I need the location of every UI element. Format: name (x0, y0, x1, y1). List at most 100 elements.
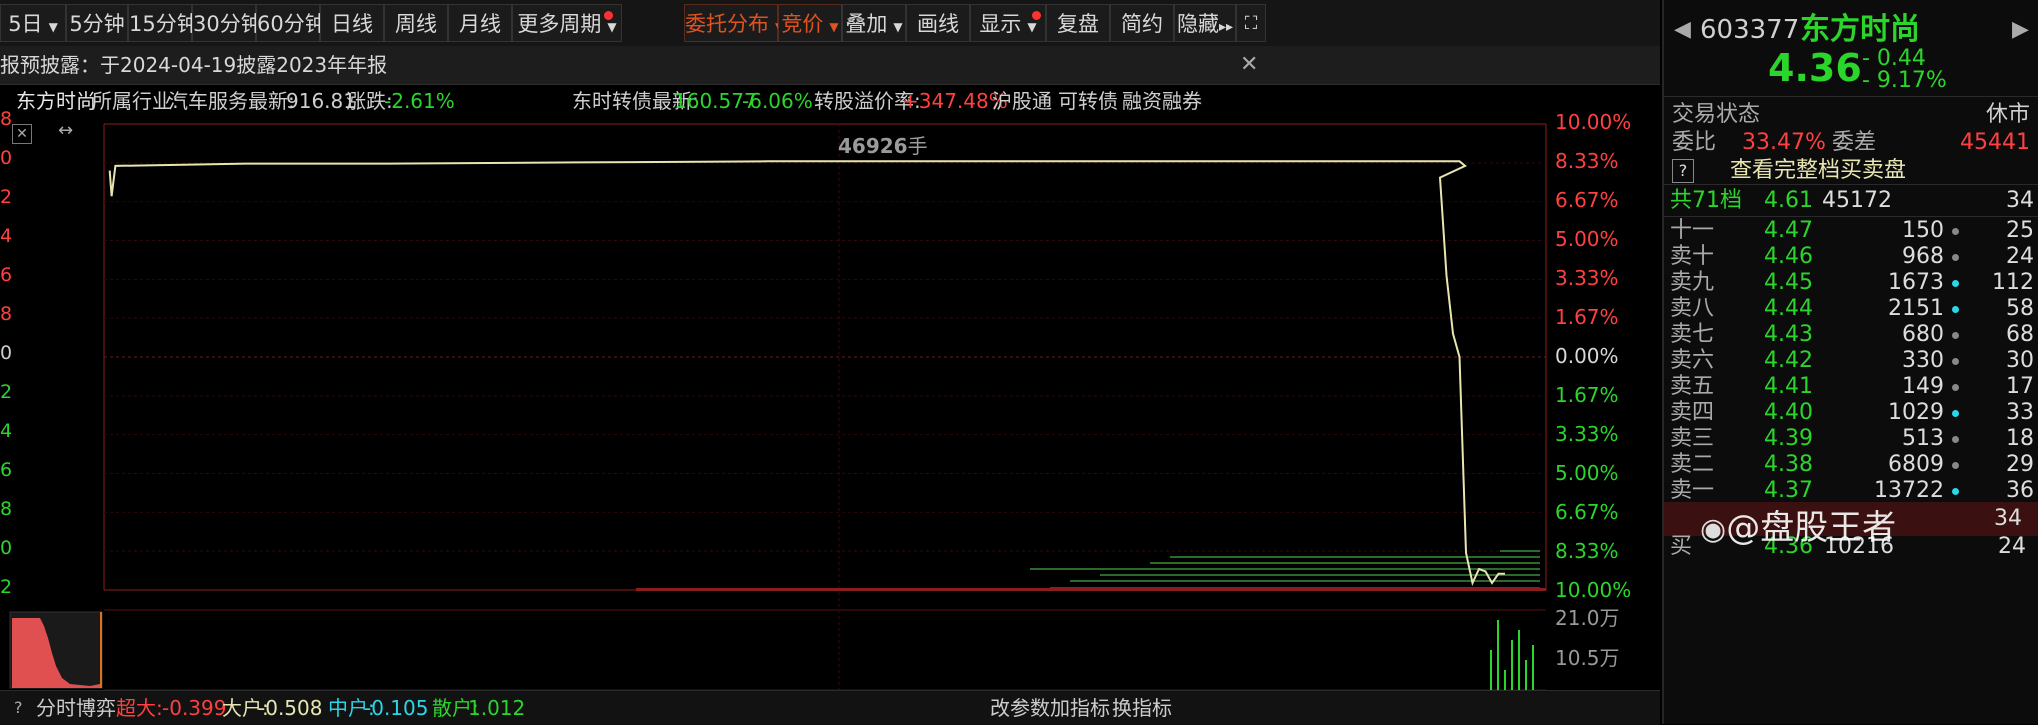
fullscreen-icon[interactable]: ⛶ (1236, 4, 1266, 42)
convertible-link[interactable]: 可转债 (1058, 84, 1118, 118)
period-toolbar: 5日 ▼ 5分钟 15分钟 30分钟 60分钟 日线 周线 月线 更多周期 ▼ 委托… (0, 0, 1660, 47)
volume-bar (1490, 650, 1492, 690)
period-60min-button[interactable]: 60分钟 (256, 4, 326, 42)
switch-indicator-button[interactable]: 换指标 (1112, 691, 1172, 725)
ask-row[interactable]: 卖三 4.39 513 18 (1664, 426, 2038, 452)
hide-button[interactable]: 隐藏▸▸ (1174, 4, 1236, 42)
indicator-bar: ? 分时博弈 超大: -0.399 大户: -0.508 中户: -0.105 … (0, 690, 1660, 725)
tab-intraday-game[interactable]: 分时博弈 (36, 691, 116, 725)
current-price: 4.36 (1768, 46, 1862, 90)
period-weekly-button[interactable]: 周线 (384, 4, 448, 42)
ask-row[interactable]: 卖六 4.42 330 30 (1664, 348, 2038, 374)
volume-bar (1532, 645, 1534, 690)
more-periods-dropdown[interactable]: 更多周期 ▼ (512, 4, 622, 42)
bidding-dropdown[interactable]: 竞价 ▼ (778, 4, 842, 42)
depth-total-row: 共71档 4.61 45172 34 (1664, 184, 2038, 218)
ask-row[interactable]: 卖七 4.43 680 68 (1664, 322, 2038, 348)
ask-row[interactable]: 卖十 4.46 968 24 (1664, 244, 2038, 270)
volume-bar (1518, 630, 1520, 690)
depth-bar (636, 588, 1546, 591)
buy-label: 买 (1670, 534, 1693, 559)
depth-bar (1150, 562, 1540, 564)
ask-count: 112 (1992, 270, 2034, 295)
view-full-depth-row[interactable]: ? 查看完整档买卖盘 (1664, 154, 2038, 188)
super-label: 超大: (116, 696, 163, 720)
ask-count: 18 (2006, 426, 2034, 451)
ask-volume: 513 (1902, 426, 1944, 451)
ask-label: 卖五 (1670, 374, 1715, 399)
volume-tooltip-value: 46926 (838, 134, 908, 158)
ask-volume: 968 (1902, 244, 1944, 269)
pct-label: 8.33% (1555, 539, 1619, 563)
period-5min-button[interactable]: 5分钟 (66, 4, 128, 42)
ask-label: 卖二 (1670, 452, 1715, 477)
ask-label: 卖九 (1670, 270, 1715, 295)
order-distribution-dropdown[interactable]: 委托分布▼ (684, 4, 784, 42)
order-depth-bars (636, 550, 1546, 591)
weibo-icon: ◉ (1700, 512, 1727, 547)
change-value: -2.61% (384, 89, 455, 113)
divider (1664, 96, 2038, 97)
pct-label: 1.67% (1555, 383, 1619, 407)
chevron-down-icon: ▼ (893, 20, 903, 34)
bond-change: -6.06% (742, 89, 813, 113)
pct-label: 3.33% (1555, 422, 1619, 446)
help-icon[interactable]: ? (1672, 159, 1694, 183)
ask-count: 29 (2006, 452, 2034, 477)
watermark-text: @盘股王者 (1726, 508, 1897, 548)
help-icon[interactable]: ? (14, 691, 23, 725)
ask-dot-icon (1952, 410, 1959, 417)
overlay-dropdown[interactable]: 叠加 ▼ (842, 4, 906, 42)
ask-dot-icon (1952, 436, 1959, 443)
notification-dot-icon (604, 11, 613, 20)
period-30min-button[interactable]: 30分钟 (192, 4, 262, 42)
ask-count: 25 (2006, 218, 2034, 243)
close-icon[interactable]: ✕ (1240, 46, 1258, 84)
pct-label: 5.00% (1555, 227, 1619, 251)
view-full-depth-link[interactable]: 查看完整档买卖盘 (1730, 154, 1906, 188)
ask-price: 4.41 (1764, 374, 1813, 399)
prev-stock-icon[interactable]: ◀ (1674, 8, 1691, 52)
ask-price: 4.39 (1764, 426, 1813, 451)
period-5d-dropdown[interactable]: 5日 ▼ (0, 4, 66, 42)
ask-dot-icon (1952, 384, 1959, 391)
depth-bar (1170, 556, 1540, 558)
pct-label: 6.67% (1555, 188, 1619, 212)
simple-mode-button[interactable]: 简约 (1110, 4, 1174, 42)
next-stock-icon[interactable]: ▶ (2012, 8, 2029, 52)
add-indicator-button[interactable]: 加指标 (1050, 691, 1110, 725)
order-distribution-label: 委托分布 (685, 12, 769, 36)
stock-name[interactable]: 东方时尚 (16, 84, 96, 118)
period-daily-button[interactable]: 日线 (320, 4, 384, 42)
pct-label: 1.67% (1555, 305, 1619, 329)
ask-label: 卖三 (1670, 426, 1715, 451)
pct-label: 10.00% (1555, 578, 1632, 602)
ask-volume: 149 (1902, 374, 1944, 399)
period-15min-button[interactable]: 15分钟 (128, 4, 198, 42)
ask-row[interactable]: 十一 4.47 150 25 (1664, 218, 2038, 244)
stock-info-line: 东方时尚 所属行业: 汽车服务 最新: 916.81 涨跌: -2.61% 东时… (0, 84, 1560, 118)
ask-row[interactable]: 卖五 4.41 149 17 (1664, 374, 2038, 400)
buy-count: 24 (1998, 534, 2026, 559)
change-params-button[interactable]: 改参数 (990, 691, 1050, 725)
ask-count: 33 (2006, 400, 2034, 425)
ask-row[interactable]: 卖八 4.44 2151 58 (1664, 296, 2038, 322)
ask-price: 4.40 (1764, 400, 1813, 425)
price-line (108, 160, 1505, 587)
draw-line-button[interactable]: 画线 (906, 4, 970, 42)
ask-dot-icon (1952, 228, 1959, 235)
ask-row[interactable]: 卖四 4.40 1029 33 (1664, 400, 2038, 426)
pct-label: 3.33% (1555, 266, 1619, 290)
pct-label: 8.33% (1555, 149, 1619, 173)
industry-value[interactable]: 汽车服务 (168, 84, 248, 118)
margin-trading-link[interactable]: 融资融券 (1122, 84, 1202, 118)
hgt-link[interactable]: 沪股通 (992, 84, 1052, 118)
ask-row[interactable]: 卖二 4.38 6809 29 (1664, 452, 2038, 478)
period-monthly-button[interactable]: 月线 (448, 4, 512, 42)
replay-button[interactable]: 复盘 (1046, 4, 1110, 42)
display-dropdown[interactable]: 显示 ▼ (970, 4, 1046, 42)
ask-row[interactable]: 卖九 4.45 1673 112 (1664, 270, 2038, 296)
ask-dot-icon (1952, 488, 1959, 495)
pct-label: 10.00% (1555, 110, 1632, 134)
depth-bar (1100, 574, 1540, 576)
